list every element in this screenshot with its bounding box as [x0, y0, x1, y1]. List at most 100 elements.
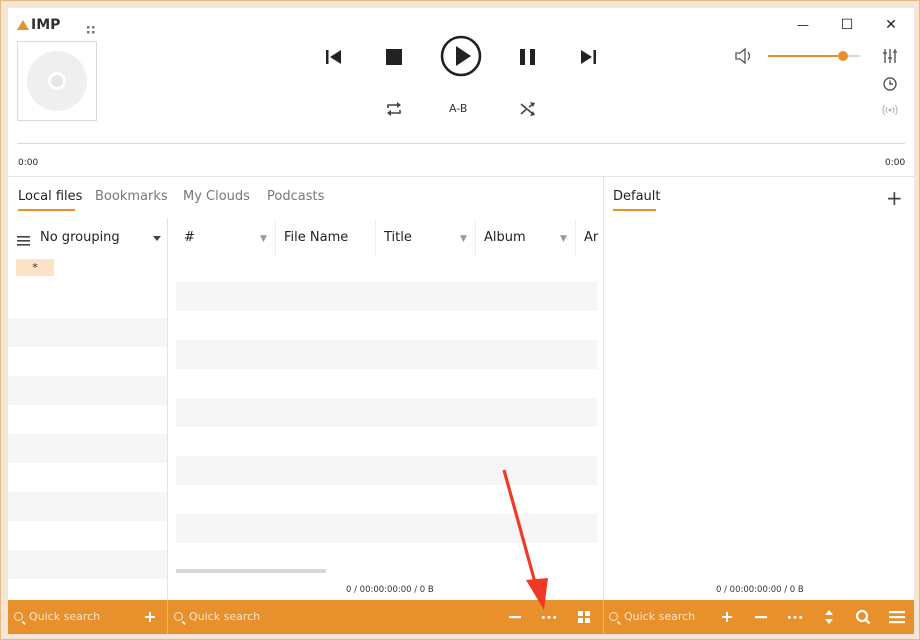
quick-search-grouping[interactable]: Quick search — [14, 610, 100, 623]
play-icon — [440, 35, 482, 77]
grouping-dropdown[interactable]: No grouping — [40, 230, 120, 245]
add-button[interactable]: + — [139, 606, 161, 628]
time-elapsed: 0:00 — [18, 158, 39, 168]
volume-slider-fill — [768, 55, 844, 57]
grouping-menu-icon[interactable] — [17, 232, 31, 246]
column-divider[interactable] — [475, 220, 476, 256]
column-header-number[interactable]: # — [184, 230, 195, 245]
skip-back-icon — [326, 50, 341, 64]
playlist-status: 0 / 00:00:00:00 / 0 B — [716, 585, 804, 595]
file-list-status: 0 / 00:00:00:00 / 0 B — [346, 585, 434, 595]
column-divider[interactable] — [275, 220, 276, 256]
playlist-search-button[interactable] — [852, 606, 874, 628]
file-list-stripe — [176, 340, 597, 369]
search-icon — [855, 609, 871, 625]
grouping-stripe — [8, 492, 167, 521]
grouping-stripe — [8, 550, 167, 579]
file-list-stripe — [176, 398, 597, 427]
active-tab-underline — [18, 209, 75, 211]
equalizer-icon — [883, 49, 897, 63]
playlist-more-button[interactable] — [784, 606, 806, 628]
tab-bookmarks[interactable]: Bookmarks — [95, 189, 168, 204]
aimp-logo[interactable]: IMP — [17, 17, 60, 33]
search-icon — [14, 612, 23, 621]
filter-icon[interactable]: ▼ — [560, 234, 567, 244]
previous-track-button[interactable] — [323, 46, 345, 68]
shuffle-button[interactable] — [518, 100, 538, 118]
repeat-button[interactable] — [384, 100, 404, 118]
speaker-icon — [735, 47, 751, 65]
repeat-icon — [387, 102, 401, 116]
play-button[interactable] — [439, 34, 483, 78]
playlist-menu-button[interactable] — [886, 606, 908, 628]
volume-slider-knob[interactable] — [838, 51, 849, 61]
grouping-stripe — [8, 318, 167, 347]
column-header-title[interactable]: Title — [384, 230, 412, 245]
grouping-pane-divider — [167, 218, 168, 600]
logo-triangle-icon — [17, 20, 29, 30]
aimp-window: IMP — ☐ ✕ A-B 0:00 0:00 Local files Book… — [0, 0, 920, 640]
window-content: IMP — ☐ ✕ A-B 0:00 0:00 Local files Book… — [8, 8, 914, 634]
radio-broadcast-button[interactable] — [881, 102, 899, 118]
hamburger-icon — [889, 611, 905, 624]
main-menu-grip-icon[interactable] — [86, 20, 96, 34]
playlist-tab-underline — [613, 209, 656, 211]
bottom-toolbar: Quick search + Quick search Quick search… — [8, 600, 914, 634]
column-divider[interactable] — [575, 220, 576, 256]
shuffle-icon — [520, 102, 535, 116]
scheduler-button[interactable] — [882, 76, 898, 92]
playlist-tab-default[interactable]: Default — [613, 189, 661, 204]
view-mode-button[interactable] — [573, 606, 595, 628]
maximize-button[interactable]: ☐ — [836, 16, 858, 34]
filter-icon[interactable]: ▼ — [260, 234, 267, 244]
quick-search-placeholder: Quick search — [29, 610, 101, 623]
sort-button[interactable] — [818, 606, 840, 628]
ab-repeat-button[interactable]: A-B — [449, 102, 467, 115]
volume-button[interactable] — [734, 47, 754, 65]
search-icon — [609, 612, 618, 621]
horizontal-scrollbar[interactable] — [176, 569, 326, 573]
filter-icon[interactable]: ▼ — [460, 234, 467, 244]
column-header-file-name[interactable]: File Name — [284, 230, 348, 245]
playlist-pane-divider — [603, 176, 604, 600]
column-header-artist[interactable]: Ar — [584, 230, 598, 245]
add-playlist-button[interactable]: + — [886, 186, 903, 210]
grouping-item-all[interactable]: * — [16, 259, 54, 276]
minimize-button[interactable]: — — [792, 16, 814, 34]
grid-icon — [578, 611, 590, 623]
quick-search-playlist[interactable]: Quick search — [609, 610, 695, 623]
minimize-icon: — — [797, 18, 809, 32]
toolbar-divider — [603, 600, 604, 634]
quick-search-files[interactable]: Quick search — [174, 610, 260, 623]
grouping-stripe — [8, 376, 167, 405]
column-divider[interactable] — [375, 220, 376, 256]
close-button[interactable]: ✕ — [880, 16, 902, 34]
time-total: 0:00 — [885, 158, 906, 168]
seek-bar[interactable] — [17, 143, 905, 144]
pause-button[interactable] — [517, 46, 539, 68]
pause-icon — [520, 49, 535, 65]
stop-button[interactable] — [383, 46, 405, 68]
volume-slider[interactable] — [768, 51, 860, 61]
header-divider — [8, 176, 914, 177]
playlist-remove-button[interactable] — [750, 606, 772, 628]
column-header-album[interactable]: Album — [484, 230, 526, 245]
search-icon — [174, 612, 183, 621]
grouping-stripe — [8, 434, 167, 463]
playlist-add-button[interactable]: + — [716, 606, 738, 628]
tab-podcasts[interactable]: Podcasts — [267, 189, 324, 204]
stop-icon — [386, 49, 402, 65]
plus-icon: + — [720, 607, 734, 626]
file-list-stripe — [176, 282, 597, 311]
more-dots-icon — [788, 616, 802, 619]
tab-my-clouds[interactable]: My Clouds — [183, 189, 250, 204]
album-cover — [17, 41, 97, 121]
maximize-icon: ☐ — [840, 17, 854, 33]
clock-icon — [883, 77, 897, 91]
toolbar-divider — [167, 600, 168, 634]
minus-icon — [755, 616, 767, 619]
next-track-button[interactable] — [577, 46, 599, 68]
tab-local-files[interactable]: Local files — [18, 189, 82, 204]
grouping-chevron-down-icon[interactable] — [153, 236, 161, 241]
equalizer-button[interactable] — [881, 47, 899, 65]
